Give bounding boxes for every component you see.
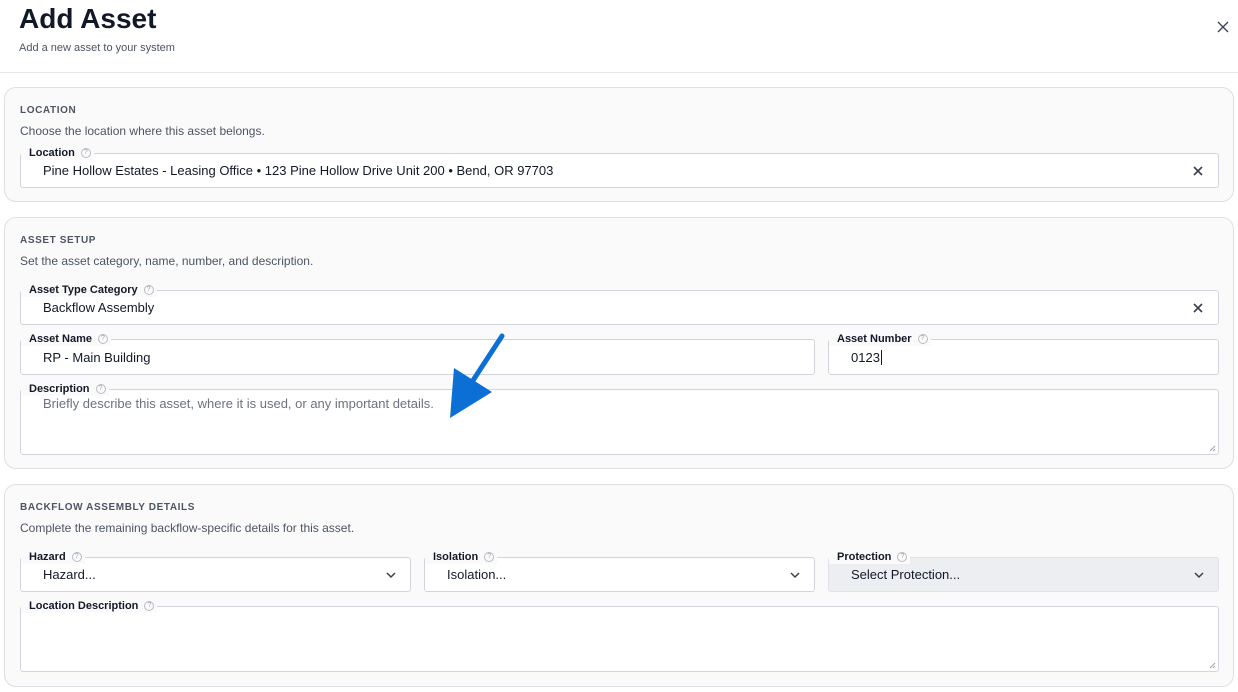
asset-type-category-field[interactable]: Asset Type Category? Backflow Assembly	[20, 283, 1219, 325]
asset-number-value: 0123	[851, 340, 882, 374]
chevron-down-icon	[790, 571, 800, 578]
help-icon: ?	[95, 384, 106, 394]
close-icon	[1217, 21, 1229, 33]
section-title: LOCATION	[20, 105, 77, 116]
field-label: Location Description?	[21, 599, 158, 613]
resize-handle-icon[interactable]	[1208, 444, 1216, 452]
clear-icon[interactable]	[1192, 165, 1204, 177]
section-description: Set the asset category, name, number, an…	[20, 254, 314, 268]
clear-icon[interactable]	[1192, 302, 1204, 314]
isolation-value: Isolation...	[447, 567, 507, 582]
section-description: Complete the remaining backflow-specific…	[20, 521, 355, 535]
hazard-select[interactable]: Hazard? Hazard...	[20, 550, 411, 592]
text-cursor	[880, 349, 882, 365]
description-placeholder: Briefly describe this asset, where it is…	[43, 396, 434, 411]
asset-number-text: 0123	[851, 349, 880, 365]
help-icon: ?	[917, 334, 928, 344]
annotation-arrow-icon	[450, 333, 505, 418]
asset-setup-section: ASSET SETUP Set the asset category, name…	[4, 217, 1234, 469]
section-description: Choose the location where this asset bel…	[20, 124, 265, 138]
asset-name-value: RP - Main Building	[43, 349, 151, 365]
help-icon: ?	[144, 601, 155, 611]
section-title: ASSET SETUP	[20, 235, 97, 246]
chevron-down-icon	[386, 571, 396, 578]
field-label: Description?	[21, 382, 109, 396]
location-value: Pine Hollow Estates - Leasing Office • 1…	[43, 163, 554, 178]
description-textarea[interactable]: Description? Briefly describe this asset…	[20, 382, 1219, 455]
protection-select[interactable]: Protection? Select Protection...	[828, 550, 1219, 592]
close-button[interactable]	[1212, 16, 1234, 38]
location-section: LOCATION Choose the location where this …	[4, 87, 1234, 202]
chevron-down-icon	[1194, 571, 1204, 578]
isolation-select[interactable]: Isolation? Isolation...	[424, 550, 815, 592]
modal-header: Add Asset Add a new asset to your system	[0, 0, 1238, 73]
location-field[interactable]: Location? Pine Hollow Estates - Leasing …	[20, 146, 1219, 188]
location-description-textarea[interactable]: Location Description?	[20, 599, 1219, 672]
section-title: BACKFLOW ASSEMBLY DETAILS	[20, 502, 196, 513]
asset-type-category-value: Backflow Assembly	[43, 300, 155, 315]
page-subtitle: Add a new asset to your system	[19, 42, 175, 54]
page-title: Add Asset	[19, 3, 157, 34]
resize-handle-icon[interactable]	[1208, 661, 1216, 669]
asset-number-field[interactable]: Asset Number? 0123	[828, 332, 1219, 375]
asset-name-field[interactable]: Asset Name? RP - Main Building	[20, 332, 815, 375]
hazard-value: Hazard...	[43, 567, 96, 582]
backflow-details-section: BACKFLOW ASSEMBLY DETAILS Complete the r…	[4, 484, 1234, 687]
protection-value: Select Protection...	[851, 567, 961, 582]
